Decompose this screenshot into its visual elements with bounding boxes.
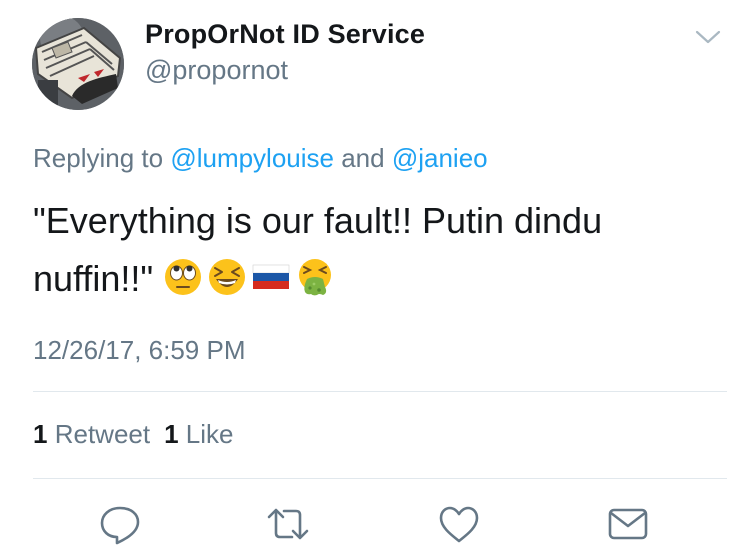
like-icon[interactable] xyxy=(437,502,481,546)
replying-to-label: Replying to xyxy=(33,143,171,173)
tweet-body: "Everything is our fault!! Putin dindu n… xyxy=(33,192,713,308)
retweet-label: Retweet xyxy=(54,419,151,449)
retweet-count-link[interactable]: 1 Retweet xyxy=(33,419,150,449)
author-handle[interactable]: @propornot xyxy=(145,55,288,86)
flag-russia-icon xyxy=(252,265,290,290)
reply-user-link-1[interactable]: @lumpylouise xyxy=(170,143,334,173)
divider xyxy=(33,478,727,479)
direct-message-icon[interactable] xyxy=(606,502,650,546)
replying-to-line: Replying to @lumpylouise and @janieo xyxy=(33,143,488,174)
divider xyxy=(33,391,727,392)
tweet-stats: 1 Retweet 1 Like xyxy=(33,419,248,450)
author-display-name[interactable]: PropOrNot ID Service xyxy=(145,19,425,50)
face-vomiting-icon xyxy=(299,259,332,296)
reply-user-link-2[interactable]: @janieo xyxy=(392,143,488,173)
tweet-card: PropOrNot ID Service @propornot Replying… xyxy=(0,0,749,559)
face-with-rolling-eyes-icon xyxy=(165,259,202,296)
avatar[interactable] xyxy=(32,18,124,110)
action-bar xyxy=(0,500,749,550)
retweet-icon[interactable] xyxy=(266,502,310,546)
reply-conjunction: and xyxy=(334,143,392,173)
retweet-count: 1 xyxy=(33,419,48,449)
avatar-image xyxy=(32,18,124,110)
like-count: 1 xyxy=(164,419,179,449)
like-count-link[interactable]: 1 Like xyxy=(164,419,233,449)
reply-icon[interactable] xyxy=(98,502,142,546)
grinning-squinting-face-icon xyxy=(209,259,246,296)
chevron-down-icon[interactable] xyxy=(694,26,722,48)
tweet-timestamp[interactable]: 12/26/17, 6:59 PM xyxy=(33,335,245,366)
like-label: Like xyxy=(185,419,234,449)
